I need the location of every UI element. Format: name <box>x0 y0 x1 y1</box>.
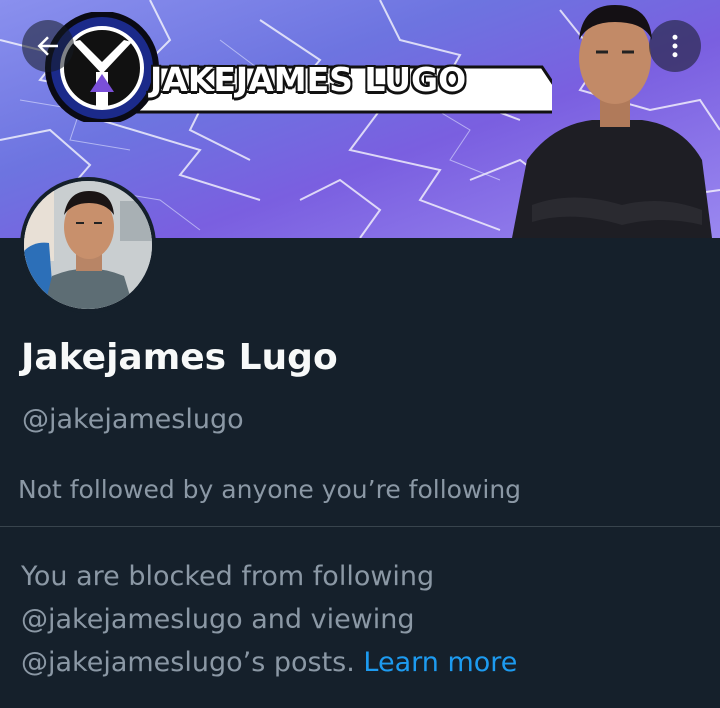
more-options-button[interactable] <box>649 20 701 72</box>
divider <box>0 526 720 527</box>
avatar[interactable] <box>20 177 156 313</box>
back-button[interactable] <box>22 20 74 72</box>
more-vertical-icon <box>672 34 678 58</box>
blocked-notice: You are blocked from following @jakejame… <box>21 555 641 684</box>
blocked-notice-line-3: @jakejameslugo’s posts. Learn more <box>21 641 641 684</box>
banner-logo-text: JAKEJAMES LUGO <box>150 60 467 99</box>
arrow-left-icon <box>37 36 58 56</box>
followers-you-know-text: Not followed by anyone you’re following <box>18 475 522 504</box>
blocked-notice-line-3-text: @jakejameslugo’s posts. <box>21 647 355 678</box>
profile-handle: @jakejameslugo <box>22 404 244 435</box>
learn-more-link[interactable]: Learn more <box>363 647 517 678</box>
blocked-notice-line-2: @jakejameslugo and viewing <box>21 604 415 635</box>
display-name: Jakejames Lugo <box>21 337 338 378</box>
blocked-notice-line-1: You are blocked from following <box>21 561 435 592</box>
